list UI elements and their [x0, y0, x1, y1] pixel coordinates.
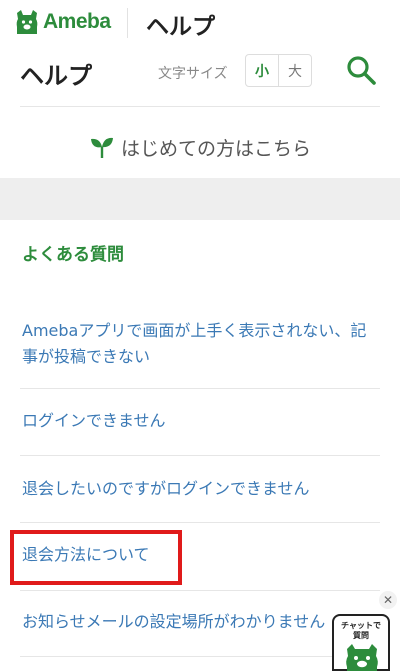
ameba-logo[interactable]: Ameba	[14, 8, 111, 36]
divider	[20, 590, 380, 591]
logo-text: Ameba	[43, 10, 111, 33]
beginner-link-label: はじめての方はこちら	[120, 137, 311, 160]
divider	[20, 656, 380, 657]
chat-widget-label: チャットで 質問	[334, 621, 388, 641]
section-separator	[0, 178, 400, 220]
faq-item[interactable]: 退会したいのですがログインできません	[22, 476, 380, 502]
faq-heading: よくある質問	[22, 245, 124, 265]
chat-line-1: チャットで	[341, 621, 381, 630]
header-title: ヘルプ	[146, 14, 215, 40]
header-divider	[127, 8, 128, 38]
divider	[20, 455, 380, 456]
font-size-small-button[interactable]: 小	[246, 55, 279, 86]
font-size-label: 文字サイズ	[158, 66, 228, 82]
faq-item[interactable]: ログインできません	[22, 408, 380, 434]
divider	[20, 522, 380, 523]
beginner-link[interactable]: はじめての方はこちら	[0, 120, 400, 174]
chat-line-2: 質問	[353, 631, 369, 640]
font-size-large-button[interactable]: 大	[279, 55, 311, 86]
faq-item[interactable]: お知らせメールの設定場所がわかりません	[22, 609, 342, 635]
divider	[20, 388, 380, 389]
font-size-toggle: 小 大	[245, 54, 312, 87]
highlight-box	[10, 530, 182, 585]
help-title: ヘルプ	[20, 62, 92, 90]
top-header: Ameba ヘルプ	[0, 0, 400, 46]
chat-widget-button[interactable]: チャットで 質問	[332, 614, 390, 671]
search-icon[interactable]	[344, 53, 378, 87]
faq-item[interactable]: Amebaアプリで画面が上手く表示されない、記事が投稿できない	[22, 318, 380, 370]
ameba-bear-icon	[16, 10, 38, 34]
bear-mascot-icon	[346, 644, 378, 671]
divider	[20, 106, 380, 107]
sprout-icon	[90, 137, 113, 158]
close-icon[interactable]: ✕	[379, 591, 397, 609]
